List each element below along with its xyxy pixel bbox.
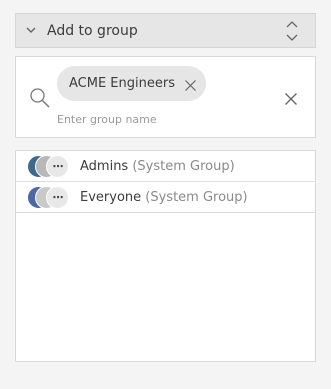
list-item[interactable]: ⋯ Everyone (System Group) [16,182,315,213]
group-label: Admins (System Group) [80,159,235,174]
close-icon[interactable] [184,77,197,91]
avatar: ⋯ [27,151,83,182]
group-type: (System Group) [132,158,235,174]
group-list: ⋯ Admins (System Group) ⋯ Everyone (Syst… [15,150,316,362]
group-label: Everyone (System Group) [80,190,248,205]
group-name-input[interactable] [57,111,257,127]
avatar: ⋯ [27,182,83,213]
chip-label: ACME Engineers [69,76,175,91]
add-to-group-header[interactable]: Add to group [15,13,316,48]
clear-icon[interactable] [284,91,298,105]
group-name: Everyone [80,189,142,205]
group-search-box[interactable]: ACME Engineers [15,56,316,138]
chevron-down-icon[interactable] [16,14,46,47]
more-icon: ⋯ [46,185,69,209]
group-type: (System Group) [145,189,248,205]
more-icon: ⋯ [46,154,69,178]
panel-title: Add to group [47,22,138,39]
list-item[interactable]: ⋯ Admins (System Group) [16,151,315,182]
selected-group-chip: ACME Engineers [57,66,206,101]
search-icon [29,87,51,109]
sort-updown-icon[interactable] [285,19,299,43]
group-name: Admins [80,158,129,174]
